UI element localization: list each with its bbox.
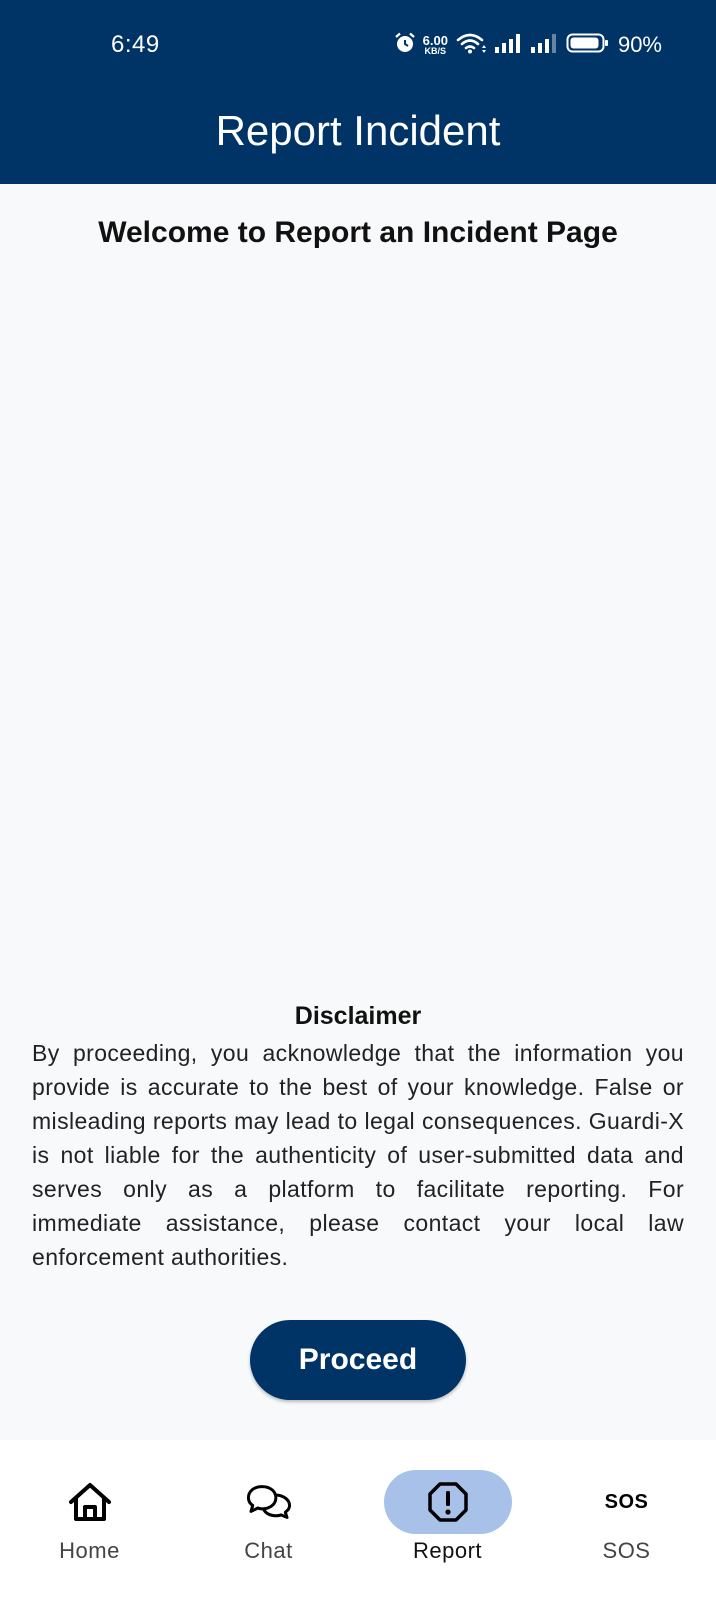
network-speed: 6.00 KB/S (423, 34, 448, 56)
network-speed-unit: KB/S (424, 46, 447, 56)
nav-item-report[interactable]: Report (358, 1440, 537, 1600)
app-bar: Report Incident (0, 88, 716, 184)
nav-item-sos[interactable]: SOS SOS (537, 1440, 716, 1600)
report-content: Welcome to Report an Incident Page Discl… (0, 184, 716, 1440)
status-time: 6:49 (111, 31, 160, 58)
status-bar: 6:49 6.00 KB/S 90% (0, 0, 716, 88)
wifi-icon (456, 31, 488, 60)
nav-item-chat[interactable]: Chat (179, 1440, 358, 1600)
sos-glyph: SOS (604, 1490, 649, 1513)
page-title: Report Incident (215, 107, 501, 154)
home-icon (66, 1478, 114, 1526)
proceed-button[interactable]: Proceed (250, 1320, 466, 1400)
welcome-heading: Welcome to Report an Incident Page (98, 216, 618, 249)
alarm-icon (393, 31, 417, 60)
chat-icon (245, 1478, 293, 1526)
nav-label-home: Home (59, 1538, 120, 1563)
battery-percent: 90% (617, 32, 662, 57)
signal-icon (530, 31, 560, 60)
nav-label-chat: Chat (244, 1538, 293, 1563)
nav-label-sos: SOS (602, 1538, 651, 1563)
disclaimer-title: Disclaimer (294, 1002, 422, 1030)
bottom-nav: Home Chat Report SOS SOS (0, 1440, 716, 1600)
disclaimer-text: By proceeding, you acknowledge that the … (32, 1040, 684, 1270)
nav-item-home[interactable]: Home (0, 1440, 179, 1600)
signal-icon (494, 31, 524, 60)
status-icons: 6.00 KB/S 90% (393, 30, 662, 60)
battery-icon (566, 31, 610, 60)
report-icon (424, 1478, 472, 1526)
sos-icon: SOS (603, 1478, 651, 1526)
nav-label-report: Report (412, 1538, 483, 1563)
